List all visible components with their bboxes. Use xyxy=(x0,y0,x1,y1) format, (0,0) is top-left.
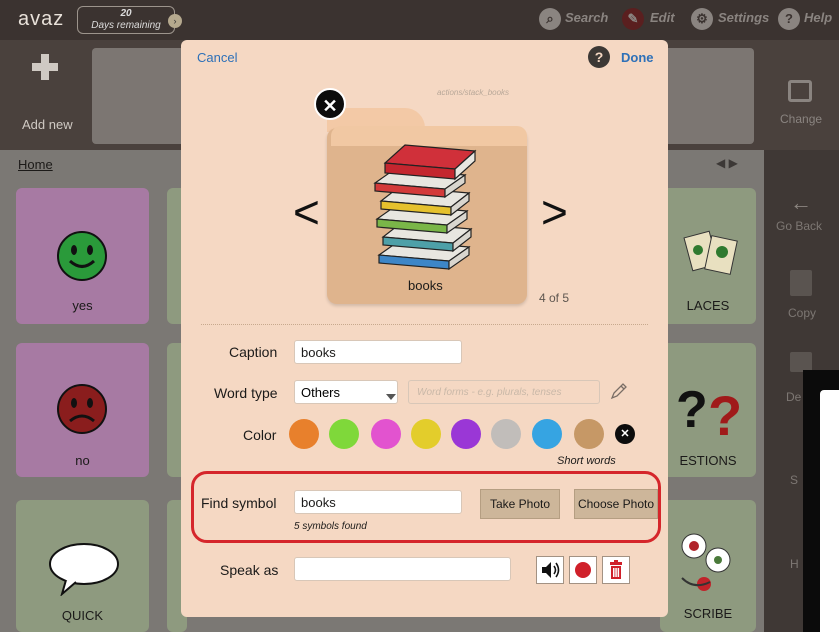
sidebar-item-s[interactable]: S xyxy=(790,473,798,487)
speak-as-input[interactable] xyxy=(294,557,511,581)
find-symbol-input[interactable]: books xyxy=(294,490,462,514)
tile-no[interactable]: no xyxy=(16,343,149,477)
color-swatch[interactable] xyxy=(574,419,604,449)
tile-label: no xyxy=(75,453,90,468)
tile-quick[interactable]: QUICK xyxy=(16,500,149,632)
chevron-down-icon xyxy=(386,394,396,400)
speech-bubble-icon xyxy=(49,543,119,596)
trash-icon xyxy=(790,352,812,372)
trash-icon xyxy=(610,560,622,579)
color-swatch[interactable] xyxy=(329,419,359,449)
svg-text:?: ? xyxy=(708,384,742,439)
change-label: Change xyxy=(780,112,823,126)
overlay-card-inner xyxy=(820,390,839,632)
sad-face-icon xyxy=(57,384,107,434)
tile-label: ESTIONS xyxy=(679,453,737,468)
cancel-button[interactable]: Cancel xyxy=(197,50,237,65)
days-text: Days remaining xyxy=(91,20,161,31)
caption-input[interactable]: books xyxy=(294,340,462,364)
help-button[interactable]: Help xyxy=(804,10,832,25)
symbol-path: actions/stack_books xyxy=(437,88,510,97)
symbol-caption: books xyxy=(408,278,443,293)
tile-label: QUICK xyxy=(61,608,104,623)
find-symbol-label: Find symbol xyxy=(201,495,277,511)
add-new-button[interactable]: Add new xyxy=(0,40,88,150)
next-symbol-icon[interactable]: > xyxy=(541,185,568,239)
color-swatch[interactable] xyxy=(532,419,562,449)
breadcrumb-home[interactable]: Home xyxy=(18,157,53,172)
symbol-count: 4 of 5 xyxy=(539,291,570,305)
edit-icon[interactable]: ✎ xyxy=(622,8,644,30)
short-words-label: Short words xyxy=(557,455,616,467)
days-number: 20 xyxy=(120,8,132,19)
take-photo-button[interactable]: Take Photo xyxy=(480,489,560,519)
clear-color-icon[interactable]: ✕ xyxy=(615,424,635,444)
speaker-button[interactable] xyxy=(536,556,564,584)
word-type-label: Word type xyxy=(214,385,278,401)
record-button[interactable] xyxy=(569,556,597,584)
delete-audio-button[interactable] xyxy=(602,556,630,584)
color-swatch[interactable] xyxy=(289,419,319,449)
change-button[interactable]: Change xyxy=(764,40,839,150)
describe-icon xyxy=(681,533,731,591)
smiley-face-icon xyxy=(57,231,107,281)
tile-label: LACES xyxy=(686,298,730,313)
color-swatch[interactable] xyxy=(491,419,521,449)
speaker-icon xyxy=(542,562,560,578)
gear-icon[interactable]: ⚙ xyxy=(691,8,713,30)
remove-symbol-icon[interactable]: ✕ xyxy=(314,88,346,120)
tile-places[interactable]: LACES xyxy=(660,188,756,324)
tile-label: SCRIBE xyxy=(683,606,733,621)
delete-button[interactable]: De xyxy=(786,390,801,404)
top-bar: avaz 20 Days remaining › ⌕ Search ✎ Edit… xyxy=(0,0,839,40)
color-swatch[interactable] xyxy=(451,419,481,449)
add-new-label: Add new xyxy=(22,117,73,132)
color-swatch[interactable] xyxy=(411,419,441,449)
settings-button[interactable]: Settings xyxy=(718,10,769,25)
symbols-found-text: 5 symbols found xyxy=(294,521,367,532)
choose-photo-button[interactable]: Choose Photo xyxy=(574,489,658,519)
svg-text:?: ? xyxy=(676,381,708,439)
plus-icon xyxy=(32,54,58,80)
help-icon[interactable]: ? xyxy=(588,46,610,68)
copy-icon xyxy=(790,270,812,296)
search-button[interactable]: Search xyxy=(565,10,608,25)
divider xyxy=(201,324,648,325)
go-back-button[interactable]: Go Back xyxy=(776,219,822,233)
color-label: Color xyxy=(243,427,277,443)
question-marks-icon: ? ? xyxy=(676,381,742,439)
tile-describe[interactable]: SCRIBE xyxy=(660,500,756,632)
edit-button[interactable]: Edit xyxy=(650,10,675,25)
app-logo: avaz xyxy=(18,8,65,30)
tile-questions[interactable]: ? ? ESTIONS xyxy=(660,343,756,477)
sidebar-item-h[interactable]: H xyxy=(790,557,799,571)
help-icon[interactable]: ? xyxy=(778,8,800,30)
previous-symbol-icon[interactable]: < xyxy=(293,185,320,239)
edit-box-icon xyxy=(788,80,812,102)
pencil-icon[interactable] xyxy=(609,381,629,401)
edit-button-dialog: Cancel ? Done actions/stack_books ✕ book… xyxy=(181,40,668,617)
tile-label: yes xyxy=(72,298,93,313)
record-icon xyxy=(575,562,591,578)
trial-days-badge[interactable]: 20 Days remaining › xyxy=(77,6,182,34)
word-forms-input[interactable]: Word forms - e.g. plurals, tenses xyxy=(408,380,600,404)
page-arrows-icon[interactable]: ◀ ▶ xyxy=(716,156,738,170)
copy-button[interactable]: Copy xyxy=(788,306,816,320)
back-arrow-icon[interactable]: ← xyxy=(790,190,812,216)
color-swatch[interactable] xyxy=(371,419,401,449)
search-icon[interactable]: ⌕ xyxy=(539,8,561,30)
caption-label: Caption xyxy=(229,344,278,360)
chevron-right-icon: › xyxy=(168,14,182,28)
speak-as-label: Speak as xyxy=(220,562,279,578)
done-button[interactable]: Done xyxy=(621,50,654,65)
places-icon xyxy=(683,230,738,275)
books-symbol-icon xyxy=(373,144,477,271)
word-type-select[interactable]: Others xyxy=(294,380,398,404)
tile-yes[interactable]: yes xyxy=(16,188,149,324)
